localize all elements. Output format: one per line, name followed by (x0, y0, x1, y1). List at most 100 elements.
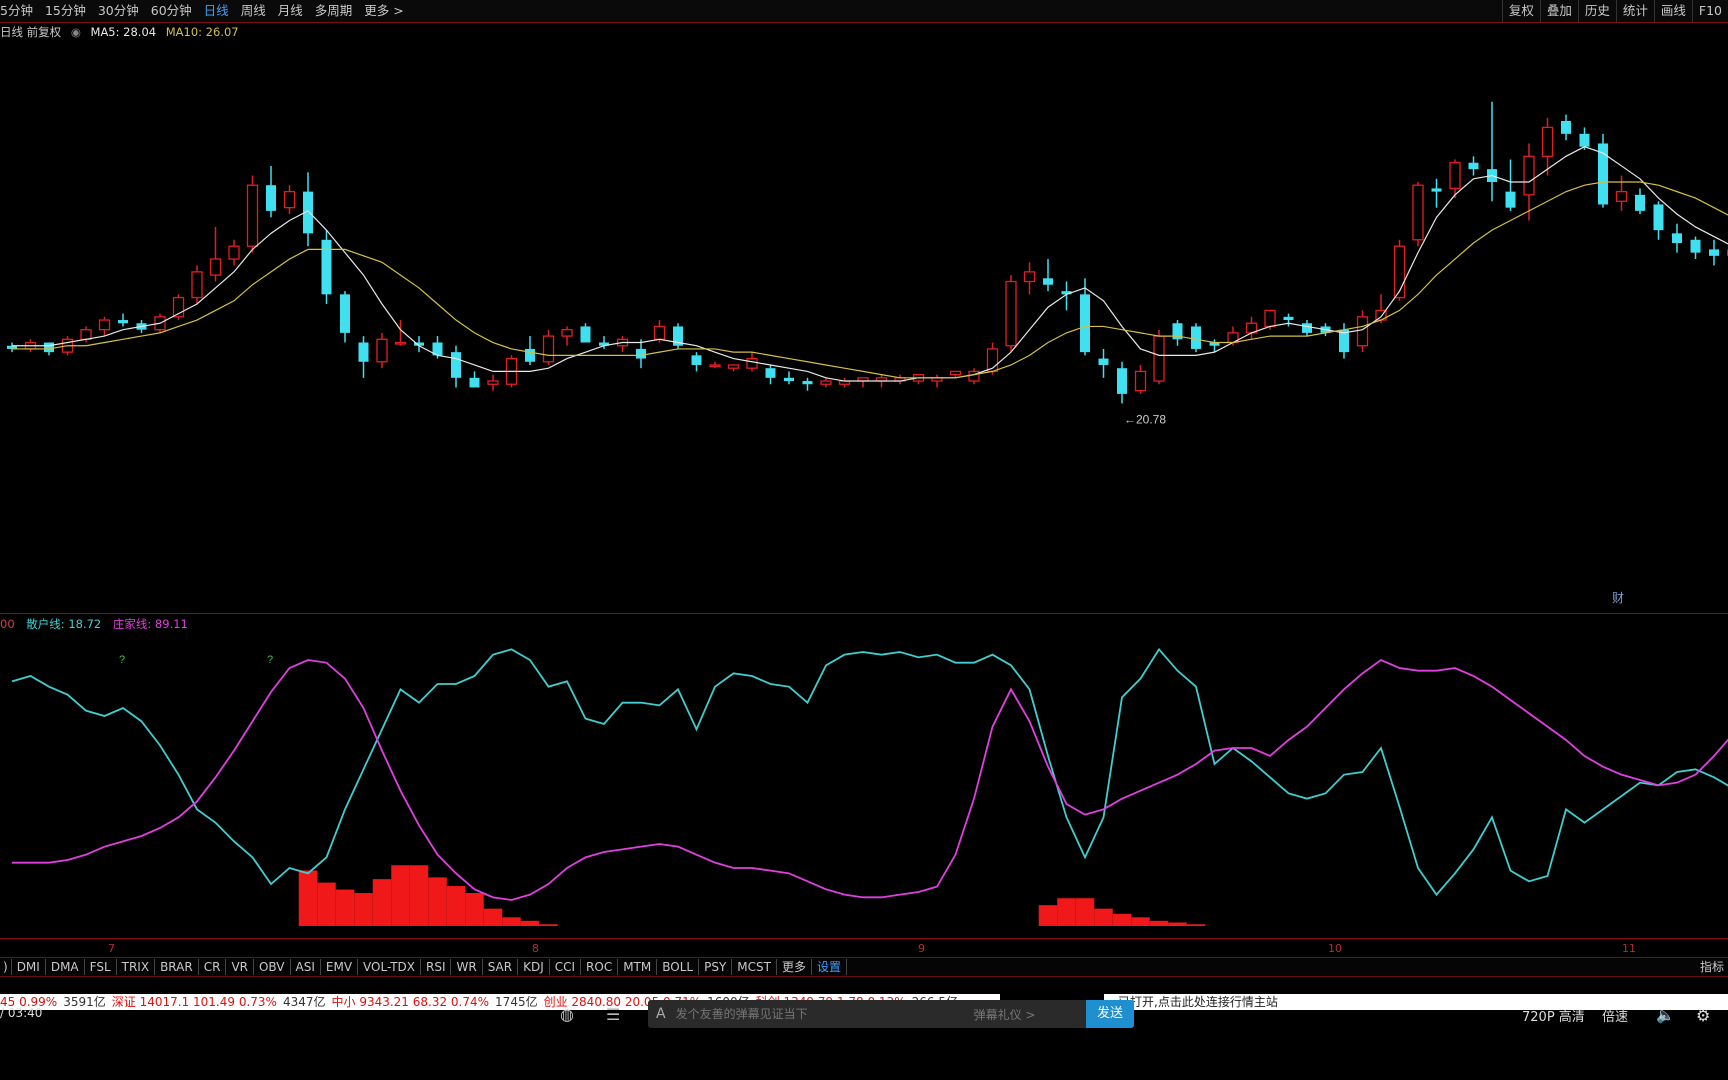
histogram-bar (428, 877, 447, 926)
indicator-tab-3[interactable]: TRIX (117, 959, 156, 975)
indicator-tab-12[interactable]: WR (451, 959, 483, 975)
candle (283, 185, 296, 215)
indicator-tab-2[interactable]: FSL (85, 959, 117, 975)
candle (1635, 188, 1645, 215)
indicator-tab-10[interactable]: VOL-TDX (358, 959, 421, 975)
tool-tab-1[interactable]: 叠加 (1539, 0, 1578, 22)
period-toolbar: 5分钟 15分钟 30分钟 60分钟 日线 周线 月线 多周期 更多 > 复权 叠加 历史 统计 画线 F… (0, 0, 1728, 23)
indicator-tab-22[interactable]: 设置 (812, 959, 847, 975)
candle (525, 336, 535, 365)
candle (820, 377, 832, 388)
indicator-tab-14[interactable]: KDJ (518, 959, 550, 975)
danmu-etiquette-link[interactable]: 弹幕礼仪 > (974, 1006, 1036, 1023)
indicator-tab-16[interactable]: ROC (581, 959, 619, 975)
indicator-tab-4[interactable]: BRAR (155, 959, 199, 975)
candle (1615, 175, 1628, 211)
histogram-bar (539, 924, 558, 926)
indicator-tab-6[interactable]: VR (226, 959, 254, 975)
ma10-value: MA10: 26.07 (165, 25, 239, 39)
candle (98, 316, 111, 337)
histogram-bar (335, 889, 355, 926)
indicator-tab-8[interactable]: ASI (291, 959, 321, 975)
period-tab-3[interactable]: 60分钟 (145, 0, 198, 22)
danmu-style-icon[interactable]: A (656, 1006, 666, 1022)
candle (1653, 201, 1664, 240)
candlestick-chart[interactable]: ←20.78 财 (0, 40, 1728, 612)
period-tab-1[interactable]: 15分钟 (39, 0, 92, 22)
period-tab-6[interactable]: 月线 (272, 0, 309, 22)
histogram-bar (1038, 905, 1058, 926)
danmu-input-box: A 弹幕礼仪 > (648, 1000, 1088, 1028)
date-label-2: 9 (918, 942, 925, 955)
speed-button[interactable]: 倍速 (1602, 1006, 1628, 1025)
candle (340, 291, 350, 343)
candle (1245, 316, 1258, 340)
histogram-bar (1186, 924, 1206, 926)
date-label-0: 7 (108, 942, 115, 955)
tool-tab-3[interactable]: 统计 (1615, 0, 1654, 22)
quality-button[interactable]: 720P 高清 (1522, 1006, 1585, 1025)
indicator-tabs-bar: ) DMI DMA FSL TRIX BRAR CR VR OBV ASI EMV VOL-TDX R… (0, 957, 1728, 977)
indicator-tab-7[interactable]: OBV (254, 959, 291, 975)
histogram-bar (1057, 898, 1076, 926)
candle (1117, 361, 1127, 404)
candle (358, 336, 369, 378)
indicator-tab-9[interactable]: EMV (321, 959, 359, 975)
candle (414, 336, 424, 353)
tool-tab-5[interactable]: F10 (1691, 0, 1728, 22)
danmu-input[interactable] (673, 1006, 968, 1022)
histogram-bar (1168, 922, 1187, 926)
period-tab-8[interactable]: 更多 > (358, 0, 409, 22)
indicator-tab-21[interactable]: 更多 (777, 959, 812, 975)
histogram-bar (298, 870, 318, 926)
candle (838, 377, 851, 388)
candle (303, 172, 313, 247)
tool-tab-2[interactable]: 历史 (1577, 0, 1616, 22)
indicator-tab-18[interactable]: BOLL (657, 959, 700, 975)
finance-mark[interactable]: 财 (1612, 591, 1624, 605)
candle (1356, 310, 1369, 353)
period-tab-2[interactable]: 30分钟 (92, 0, 145, 22)
candle (968, 368, 980, 385)
indicator-tab-list: DMI DMA FSL TRIX BRAR CR VR OBV ASI EMV VOL-TDX RSI… (12, 959, 847, 975)
candle (1487, 101, 1497, 202)
candle (487, 374, 499, 391)
period-tabs: 5分钟 15分钟 30分钟 60分钟 日线 周线 月线 多周期 更多 > (0, 0, 410, 22)
indicator-tab-1[interactable]: DMA (46, 959, 85, 975)
indicator-tab-5[interactable]: CR (199, 959, 227, 975)
settings-gear-icon[interactable]: ⚙ (1696, 1006, 1710, 1025)
period-tab-7[interactable]: 多周期 (309, 0, 359, 22)
tool-tab-0[interactable]: 复权 (1501, 0, 1540, 22)
indicator-scroll-left[interactable]: ) (0, 959, 12, 975)
indicator-tab-19[interactable]: PSY (699, 959, 733, 975)
candle (172, 294, 185, 321)
indicator-tab-0[interactable]: DMI (12, 959, 46, 975)
volume-icon[interactable]: 🔈 (1656, 1006, 1675, 1024)
send-button[interactable]: 发送 (1086, 1000, 1134, 1028)
candle (1672, 223, 1682, 253)
indicator-tab-20[interactable]: MCST (732, 959, 777, 975)
period-tab-0[interactable]: 5分钟 (0, 0, 39, 22)
histogram-bar (409, 865, 429, 926)
period-tab-5[interactable]: 周线 (235, 0, 272, 22)
period-tab-4[interactable]: 日线 (198, 0, 235, 22)
indicator-tab-15[interactable]: CCI (550, 959, 582, 975)
indicator-tab-17[interactable]: MTM (618, 959, 658, 975)
date-label-1: 8 (532, 942, 539, 955)
candle (784, 371, 794, 385)
ma5-line (12, 146, 1728, 382)
candle (1598, 133, 1608, 208)
candle (912, 373, 925, 385)
indicator-tab-11[interactable]: RSI (421, 959, 452, 975)
danmu-toggle-icon[interactable]: ◍ (560, 1005, 574, 1024)
connection-notice[interactable]: 已打开,点击此处连接行情主站 (1104, 994, 1728, 1010)
candle (1302, 320, 1312, 337)
indicator-menu[interactable]: 指标 (1700, 958, 1724, 976)
tool-tab-4[interactable]: 画线 (1653, 0, 1692, 22)
indicator-tab-13[interactable]: SAR (483, 959, 519, 975)
danmu-settings-icon[interactable]: ☰ (606, 1005, 620, 1024)
candle (1153, 329, 1165, 385)
indicator-chart[interactable]: ????? (0, 628, 1728, 938)
histogram-bar (372, 879, 392, 926)
histogram-bar (391, 865, 410, 926)
